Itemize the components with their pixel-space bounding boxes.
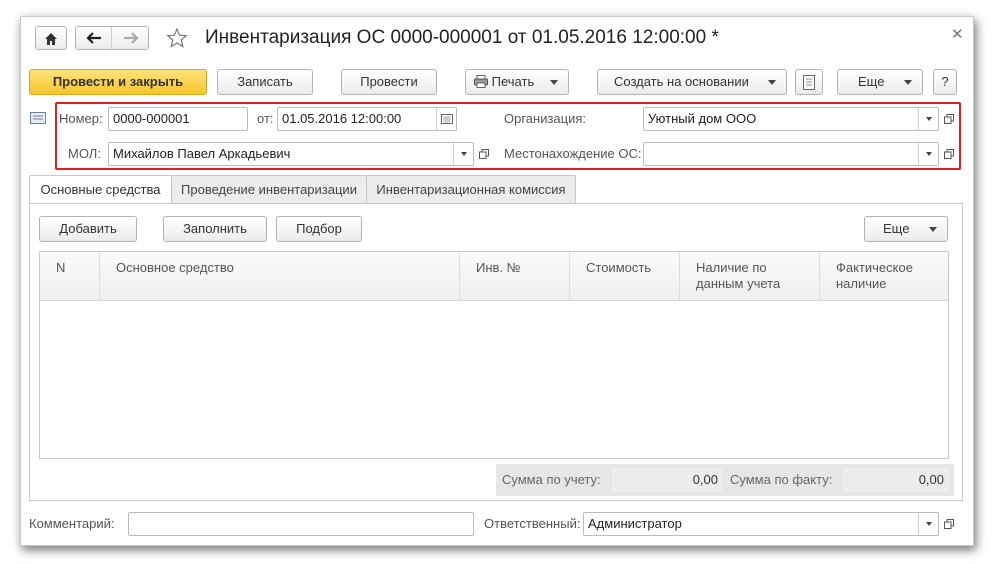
document-list-icon [803, 75, 815, 90]
organization-label: Организация: [504, 111, 587, 126]
organization-open-button[interactable] [939, 108, 959, 130]
save-button[interactable]: Записать [217, 69, 313, 95]
tab-inventory-conduct[interactable]: Проведение инвентаризации [171, 175, 367, 203]
mol-dropdown-button[interactable] [453, 143, 473, 165]
responsible-dropdown-button[interactable] [918, 513, 938, 535]
responsible-field[interactable]: Администратор [583, 512, 939, 536]
chevron-down-icon [925, 117, 932, 121]
close-icon[interactable]: ✕ [951, 25, 964, 43]
report-button[interactable] [795, 69, 823, 95]
responsible-open-button[interactable] [939, 513, 959, 535]
window-title: Инвентаризация ОС 0000-000001 от 01.05.2… [205, 27, 719, 48]
chevron-down-icon [904, 80, 912, 85]
print-label: Печать [491, 74, 535, 89]
comment-field[interactable] [128, 512, 474, 536]
mol-value: Михайлов Павел Аркадьевич [113, 146, 291, 161]
column-header-n[interactable]: N [40, 252, 100, 301]
date-value: 01.05.2016 12:00:00 [282, 111, 402, 126]
location-open-button[interactable] [939, 143, 959, 165]
tab-bar: Основные средства Проведение инвентариза… [29, 175, 961, 205]
actual-sum-number: 0,00 [918, 472, 944, 487]
tab-inventory-commission[interactable]: Инвентаризационная комиссия [366, 175, 576, 203]
column-header-inv-number[interactable]: Инв. № [460, 252, 570, 301]
print-button[interactable]: Печать [465, 69, 569, 95]
date-label: от: [257, 111, 274, 126]
home-icon [45, 33, 57, 45]
document-icon [30, 112, 46, 124]
star-icon[interactable] [166, 27, 188, 49]
tab-panel: Добавить Заполнить Подбор Еще N Основное… [29, 203, 963, 501]
help-button[interactable]: ? [933, 69, 957, 95]
calendar-icon [440, 114, 453, 124]
mol-open-button[interactable] [474, 143, 494, 165]
mol-label: МОЛ: [68, 146, 101, 161]
calendar-button[interactable] [436, 108, 456, 130]
forward-button[interactable] [113, 27, 149, 49]
pick-button[interactable]: Подбор [276, 216, 362, 242]
tab-fixed-assets[interactable]: Основные средства [29, 175, 172, 204]
table-more-button[interactable]: Еще [864, 216, 948, 242]
accounting-sum-number: 0,00 [692, 472, 718, 487]
mol-field[interactable]: Михайлов Павел Аркадьевич [108, 142, 474, 166]
actual-sum-value: 0,00 [842, 468, 950, 492]
location-dropdown-button[interactable] [918, 143, 938, 165]
date-field[interactable]: 01.05.2016 12:00:00 [277, 107, 457, 131]
chevron-down-icon [925, 152, 932, 156]
nav-group [75, 26, 149, 50]
accounting-sum-value: 0,00 [612, 468, 722, 492]
column-header-cost[interactable]: Стоимость [570, 252, 680, 301]
organization-value: Уютный дом ООО [648, 111, 757, 126]
back-button[interactable] [76, 27, 112, 49]
number-field[interactable]: 0000-000001 [108, 107, 248, 131]
actual-sum-label: Сумма по факту: [730, 472, 833, 487]
chevron-down-icon [929, 227, 937, 232]
comment-label: Комментарий: [29, 516, 115, 531]
create-based-on-label: Создать на основании [614, 74, 749, 89]
post-and-close-button[interactable]: Провести и закрыть [29, 69, 207, 95]
more-actions-label: Еще [858, 74, 885, 89]
responsible-label: Ответственный: [484, 516, 581, 531]
table-more-label: Еще [883, 221, 910, 236]
chevron-down-icon [925, 522, 932, 526]
chevron-down-icon [768, 80, 776, 85]
add-button[interactable]: Добавить [39, 216, 137, 242]
table-header: N Основное средство Инв. № Стоимость Нал… [40, 252, 948, 301]
arrow-left-icon [85, 32, 101, 44]
open-form-icon [944, 519, 954, 529]
organization-dropdown-button[interactable] [918, 108, 938, 130]
chevron-down-icon [550, 80, 558, 85]
column-header-accounting-presence[interactable]: Наличие по данным учета [680, 252, 820, 301]
create-based-on-button[interactable]: Создать на основании [597, 69, 787, 95]
accounting-sum-label: Сумма по учету: [502, 472, 601, 487]
organization-field[interactable]: Уютный дом ООО [643, 107, 939, 131]
assets-table[interactable]: N Основное средство Инв. № Стоимость Нал… [39, 251, 949, 459]
column-header-asset[interactable]: Основное средство [100, 252, 460, 301]
home-button[interactable] [35, 26, 67, 50]
chevron-down-icon [460, 152, 467, 156]
column-header-actual-presence[interactable]: Фактическое наличие [820, 252, 948, 301]
number-label: Номер: [59, 111, 103, 126]
open-form-icon [479, 149, 489, 159]
more-actions-button[interactable]: Еще [837, 69, 923, 95]
responsible-value: Администратор [588, 516, 682, 531]
post-button[interactable]: Провести [341, 69, 437, 95]
fill-button[interactable]: Заполнить [163, 216, 267, 242]
totals-bar: Сумма по учету: 0,00 Сумма по факту: 0,0… [496, 464, 954, 496]
location-field[interactable] [643, 142, 939, 166]
document-window: Инвентаризация ОС 0000-000001 от 01.05.2… [20, 16, 974, 546]
arrow-right-icon [124, 32, 139, 44]
location-label: Местонахождение ОС: [504, 146, 642, 161]
open-form-icon [944, 114, 954, 124]
open-form-icon [944, 149, 954, 159]
printer-icon [474, 75, 488, 88]
